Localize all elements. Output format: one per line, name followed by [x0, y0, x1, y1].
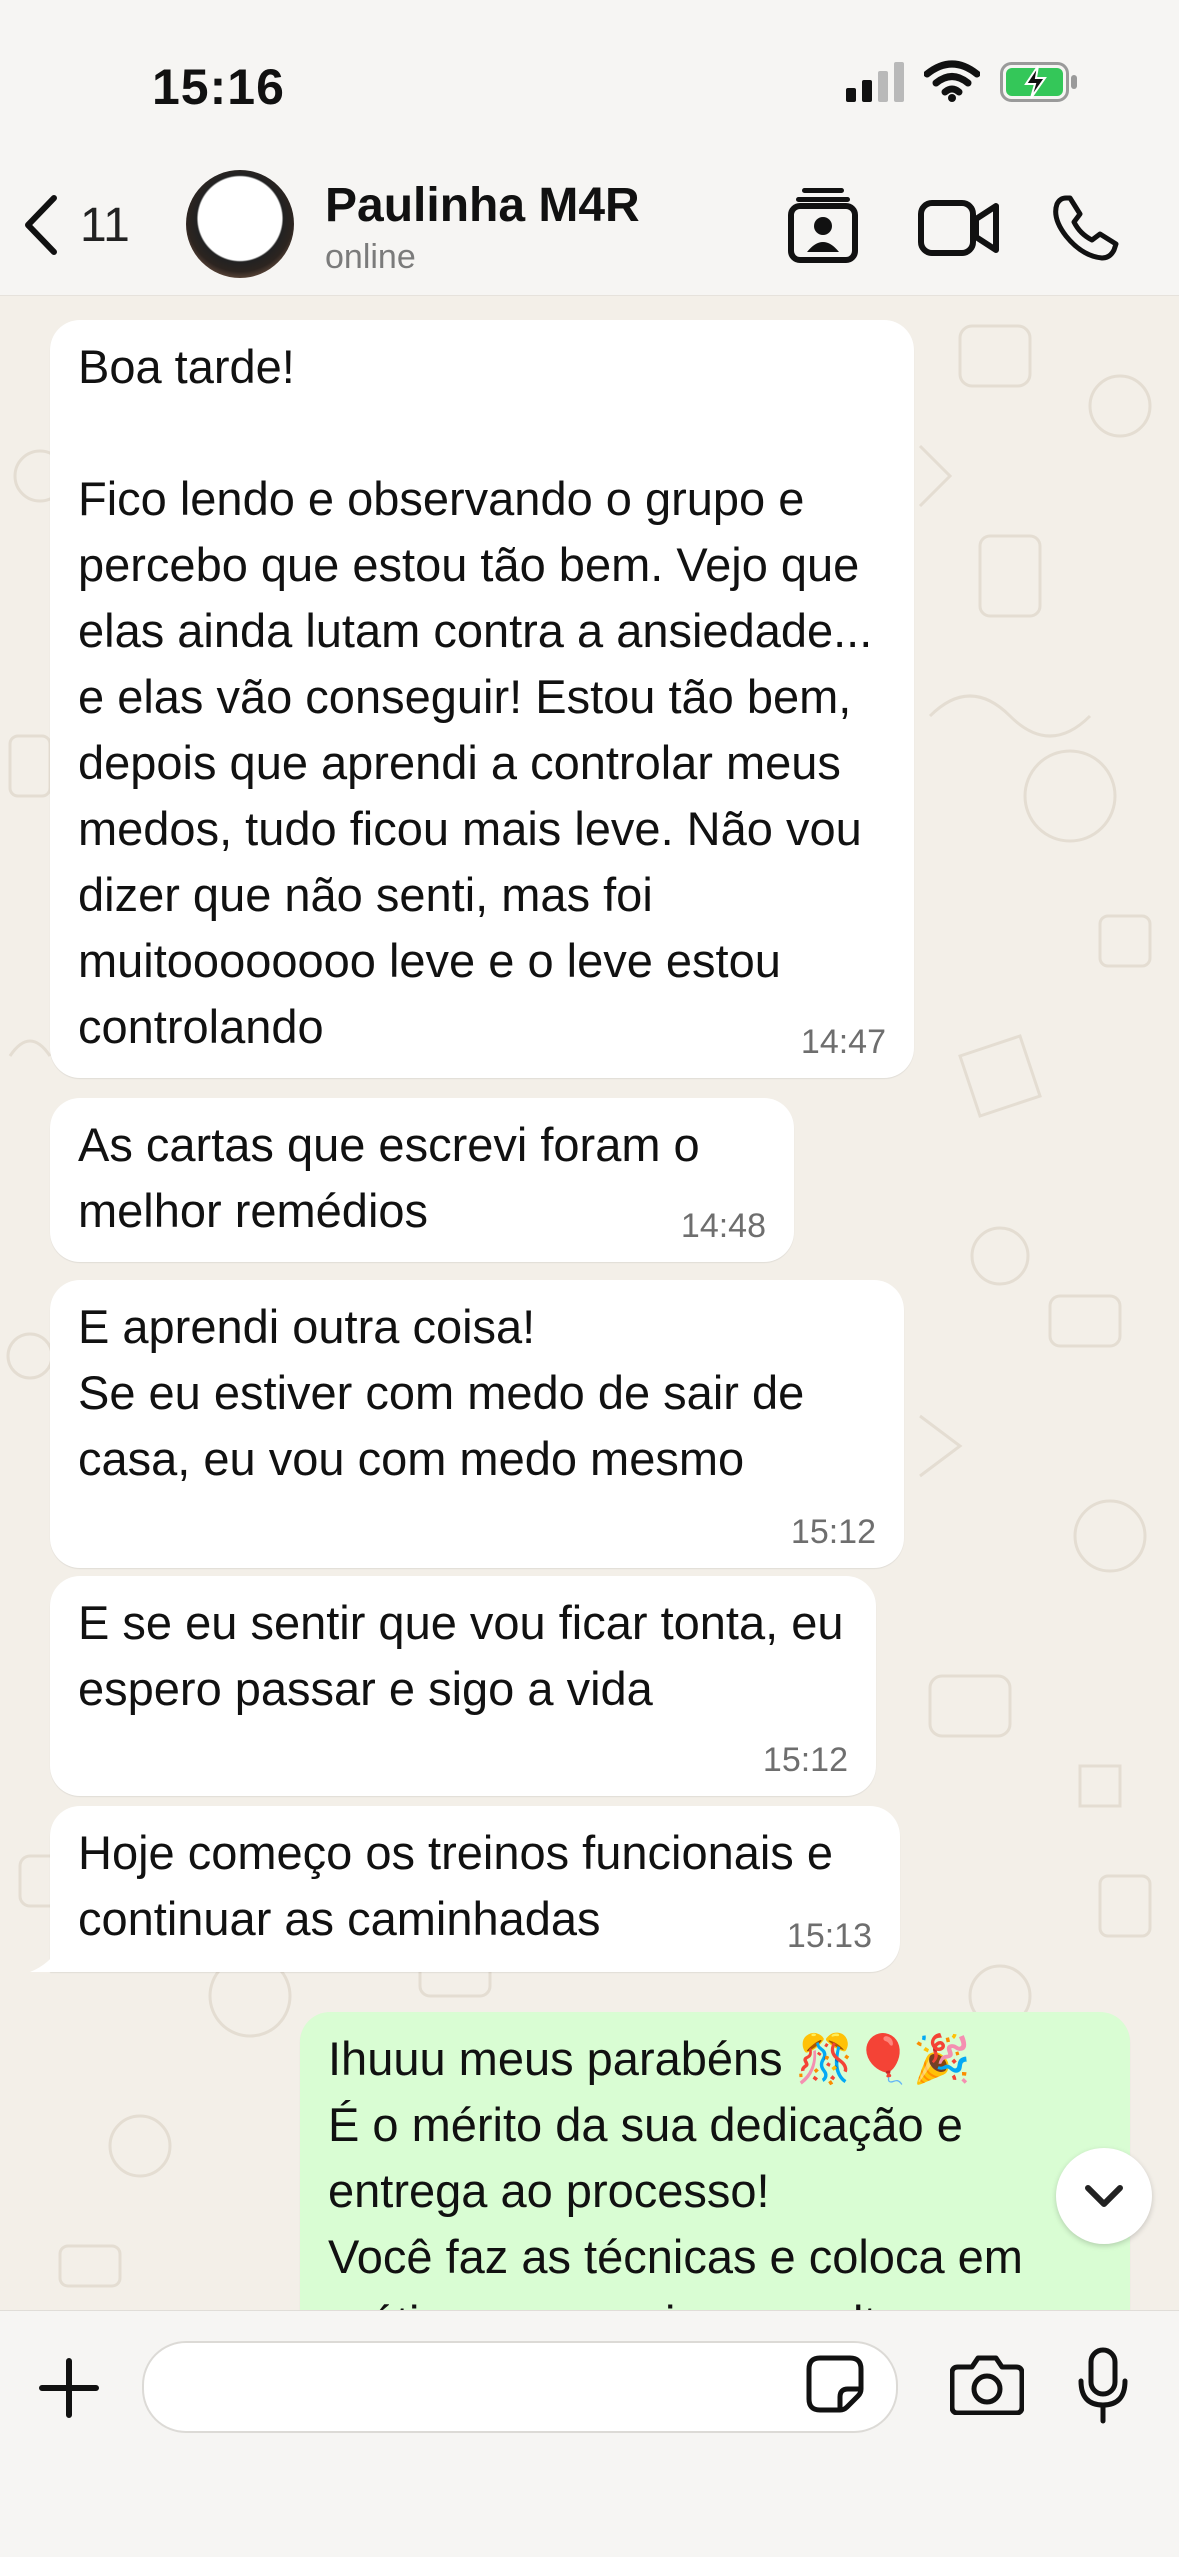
message-time: 15:12: [790, 1513, 876, 1551]
scroll-to-bottom-button[interactable]: [1056, 2148, 1152, 2244]
message-bubble-incoming[interactable]: E aprendi outra coisa! Se eu estiver com…: [50, 1280, 904, 1568]
message-composer[interactable]: [142, 2341, 898, 2433]
cellular-signal-icon: [846, 62, 904, 102]
chevron-left-icon: [25, 195, 57, 255]
message-text: As cartas que escrevi foram o melhor rem…: [78, 1118, 713, 1237]
microphone-icon[interactable]: [1076, 2347, 1130, 2425]
bubble-tail: [30, 1946, 60, 1972]
battery-charging-icon: [1000, 62, 1077, 102]
sticker-icon[interactable]: [806, 2355, 864, 2413]
chevron-down-icon: [1085, 2185, 1123, 2207]
message-bubble-incoming[interactable]: Hoje começo os treinos funcionais e cont…: [50, 1806, 900, 1972]
input-bar: [0, 2310, 1179, 2557]
message-text: Hoje começo os treinos funcionais e cont…: [78, 1826, 847, 1945]
message-text: Boa tarde! Fico lendo e observando o gru…: [78, 340, 873, 1053]
message-text: E se eu sentir que vou ficar tonta, eu e…: [78, 1596, 857, 1715]
contact-avatar[interactable]: [186, 170, 294, 278]
message-bubble-incoming[interactable]: Boa tarde! Fico lendo e observando o gru…: [50, 320, 914, 1078]
message-input[interactable]: [174, 2361, 818, 2413]
phone-icon[interactable]: [1052, 194, 1120, 262]
message-list[interactable]: Boa tarde! Fico lendo e observando o gru…: [0, 296, 1179, 2310]
video-camera-icon[interactable]: [918, 200, 1000, 256]
message-text: Ihuuu meus parabéns 🎊🎈🎉 É o mérito da su…: [328, 2032, 1023, 2310]
back-button[interactable]: 11: [22, 190, 162, 260]
message-text: E aprendi outra coisa! Se eu estiver com…: [78, 1300, 805, 1485]
status-bar: 15:16: [0, 0, 1179, 160]
wifi-icon: [924, 60, 980, 102]
message-bubble-outgoing[interactable]: Ihuuu meus parabéns 🎊🎈🎉 É o mérito da su…: [300, 2012, 1130, 2310]
message-time: 14:48: [680, 1207, 766, 1245]
message-bubble-incoming[interactable]: As cartas que escrevi foram o melhor rem…: [50, 1098, 794, 1262]
contact-status: online: [325, 238, 416, 276]
message-time: 15:13: [786, 1917, 872, 1955]
unread-count: 11: [80, 198, 130, 252]
plus-icon[interactable]: [38, 2357, 100, 2419]
contact-card-icon[interactable]: [788, 186, 858, 264]
message-time: 14:47: [800, 1023, 886, 1061]
message-bubble-incoming[interactable]: E se eu sentir que vou ficar tonta, eu e…: [50, 1576, 876, 1796]
chat-header: 11 Paulinha M4R online: [0, 160, 1179, 296]
status-time: 15:16: [152, 59, 285, 115]
camera-icon[interactable]: [950, 2355, 1024, 2415]
contact-name[interactable]: Paulinha M4R: [325, 178, 640, 233]
message-time: 15:12: [762, 1741, 848, 1779]
